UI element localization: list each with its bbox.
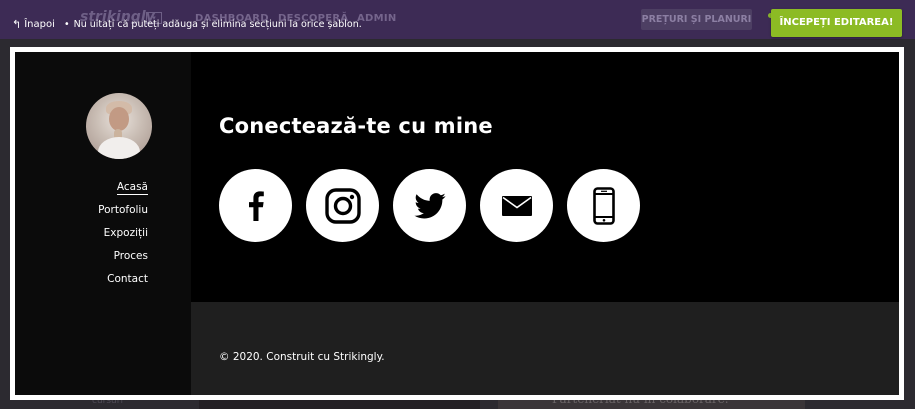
facebook-icon	[248, 190, 264, 221]
menu-item-label: Portofoliu	[98, 204, 148, 216]
start-editing-button[interactable]: ÎNCEPEȚI EDITAREA!	[771, 9, 902, 37]
menu-item-contact[interactable]: Contact	[98, 272, 148, 295]
email-icon	[501, 195, 532, 216]
avatar	[86, 93, 152, 159]
menu-item-portfolio[interactable]: Portofoliu	[98, 203, 148, 226]
connect-section: Conectează-te cu mine	[191, 52, 899, 302]
social-links	[219, 169, 640, 242]
site-menu: Acasă Portofoliu Expoziții Proces Contac…	[98, 180, 148, 295]
menu-item-home[interactable]: Acasă	[98, 180, 148, 203]
editor-topbar: strikingly ▾ DASHBOARD DESCOPERĂ ADMIN ↰…	[0, 0, 915, 39]
instagram-icon	[324, 187, 361, 224]
twitter-button[interactable]	[393, 169, 466, 242]
email-button[interactable]	[480, 169, 553, 242]
notice-text: Nu uitați că puteți adăuga și elimina se…	[73, 19, 362, 30]
template-preview-frame: Acasă Portofoliu Expoziții Proces Contac…	[10, 47, 904, 400]
menu-item-exhibitions[interactable]: Expoziții	[98, 226, 148, 249]
background-card	[199, 400, 480, 409]
facebook-button[interactable]	[219, 169, 292, 242]
menu-item-label: Proces	[113, 250, 148, 262]
back-label: Înapoi	[24, 19, 55, 30]
back-button[interactable]: ↰ Înapoi	[12, 19, 55, 30]
site-footer: © 2020. Construit cu Strikingly.	[191, 302, 899, 395]
phone-icon	[592, 186, 615, 225]
site-preview: Acasă Portofoliu Expoziții Proces Contac…	[15, 52, 899, 395]
back-arrow-icon: ↰	[12, 18, 22, 31]
menu-item-process[interactable]: Proces	[98, 249, 148, 272]
instagram-button[interactable]	[306, 169, 379, 242]
phone-button[interactable]	[567, 169, 640, 242]
menu-item-label: Expoziții	[103, 227, 148, 239]
menu-item-label: Acasă	[116, 181, 148, 195]
pricing-button[interactable]: PREȚURI ȘI PLANURI	[641, 9, 752, 30]
nav-admin[interactable]: ADMIN	[357, 13, 397, 24]
site-sidebar: Acasă Portofoliu Expoziții Proces Contac…	[15, 52, 191, 395]
section-heading: Conectează-te cu mine	[219, 114, 493, 138]
template-notice: • Nu uitați că puteți adăuga și elimina s…	[64, 19, 362, 30]
twitter-icon	[413, 192, 446, 218]
menu-item-label: Contact	[107, 273, 148, 285]
copyright-text: © 2020. Construit cu Strikingly.	[219, 351, 385, 363]
